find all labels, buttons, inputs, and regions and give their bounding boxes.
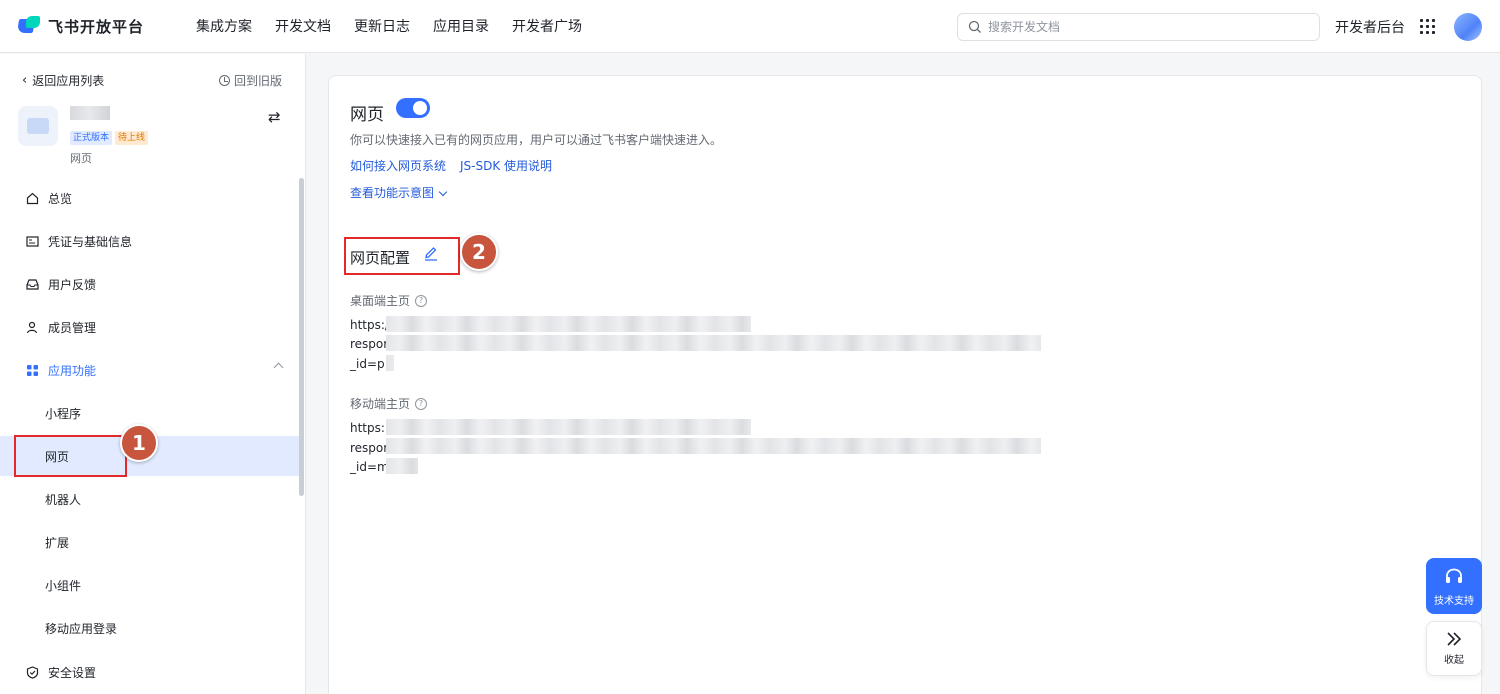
annotation-badge-2: 2: [460, 233, 498, 271]
sidebar-item-widget[interactable]: 小组件: [0, 565, 300, 605]
collapse-label: 收起: [1444, 655, 1464, 666]
main-nav: 集成方案 开发文档 更新日志 应用目录 开发者广场: [196, 16, 605, 36]
web-app-settings-card: 网页 你可以快速接入已有的网页应用，用户可以通过飞书客户端快速进入。 如何接入网…: [328, 75, 1482, 694]
sidebar-item-members[interactable]: 成员管理: [0, 307, 300, 347]
desktop-url-line-2: respor: [350, 337, 389, 351]
pending-release-badge: 待上线: [115, 131, 149, 145]
mobile-label-text: 移动端主页: [350, 397, 411, 411]
sidebar-item-mobile-login[interactable]: 移动应用登录: [0, 608, 300, 648]
annotation-box-1: [14, 435, 127, 477]
history-icon: [219, 75, 230, 86]
brand[interactable]: 飞书开放平台: [16, 16, 178, 37]
desktop-url-line-1: https:/: [350, 318, 389, 332]
desktop-url-redacted-2: [386, 335, 1041, 351]
sidebar-item-label: 机器人: [45, 492, 82, 507]
chevron-up-icon: [273, 362, 284, 373]
how-to-integrate-link[interactable]: 如何接入网页系统: [350, 157, 446, 174]
headset-icon: [1446, 568, 1462, 583]
mobile-url-redacted-1: [386, 419, 751, 435]
view-diagram-label: 查看功能示意图: [350, 186, 435, 200]
desktop-url-redacted-1: [386, 316, 751, 332]
old-version-label: 回到旧版: [234, 74, 283, 88]
old-version-link[interactable]: 回到旧版: [219, 72, 282, 89]
mobile-url-redacted-3: [386, 458, 418, 474]
search-box[interactable]: [957, 13, 1320, 41]
sidebar-item-label: 扩展: [45, 535, 70, 550]
desktop-label-text: 桌面端主页: [350, 294, 411, 308]
back-to-app-list-link[interactable]: ‹ 返回应用列表: [22, 72, 104, 89]
brand-name: 飞书开放平台: [48, 17, 145, 36]
annotation-box-2: [344, 237, 460, 275]
sidebar-group-features[interactable]: 应用功能: [0, 350, 300, 390]
shield-icon: [25, 665, 39, 679]
tech-support-label: 技术支持: [1434, 595, 1474, 607]
nav-item-docs[interactable]: 开发文档: [275, 16, 331, 36]
mobile-url-line-1: https:: [350, 421, 385, 435]
desktop-homepage-label: 桌面端主页?: [350, 292, 428, 309]
nav-item-developer-square[interactable]: 开发者广场: [512, 16, 582, 36]
search-input[interactable]: [988, 20, 1288, 34]
double-chevron-right-icon: [1447, 632, 1462, 646]
sidebar-item-label: 凭证与基础信息: [48, 234, 133, 249]
sidebar-item-security[interactable]: 安全设置: [0, 652, 300, 692]
apps-grid-icon[interactable]: [1420, 19, 1435, 34]
sidebar-item-label: 成员管理: [48, 320, 97, 335]
app-type-label: 网页: [70, 152, 92, 165]
top-nav-bar: 飞书开放平台 集成方案 开发文档 更新日志 应用目录 开发者广场 开发者后台: [0, 0, 1500, 53]
user-icon: [25, 320, 39, 334]
desktop-url-redacted-3: [386, 355, 394, 371]
nav-item-solutions[interactable]: 集成方案: [196, 16, 252, 36]
switch-app-icon[interactable]: ⇄: [268, 108, 281, 126]
sidebar-item-credentials[interactable]: 凭证与基础信息: [0, 221, 300, 261]
mobile-url-line-2: respor: [350, 441, 389, 455]
sidebar-item-feedback[interactable]: 用户反馈: [0, 264, 300, 304]
nav-item-changelog[interactable]: 更新日志: [354, 16, 410, 36]
mobile-url-line-3: _id=m: [350, 460, 389, 474]
chevron-down-icon: [438, 187, 448, 197]
sidebar: ‹ 返回应用列表 回到旧版 正式版本 待上线 网页 ⇄ 总览 凭证与基础信息 用…: [0, 54, 306, 694]
sidebar-item-overview[interactable]: 总览: [0, 178, 300, 218]
developer-console-link[interactable]: 开发者后台: [1335, 17, 1405, 37]
user-avatar[interactable]: [1454, 13, 1482, 41]
sidebar-item-bot[interactable]: 机器人: [0, 479, 300, 519]
view-diagram-link[interactable]: 查看功能示意图: [350, 184, 448, 201]
sidebar-scrollbar[interactable]: [299, 178, 304, 496]
official-version-badge: 正式版本: [70, 131, 113, 145]
desktop-url-line-3: _id=p: [350, 357, 385, 371]
sidebar-item-label: 移动应用登录: [45, 621, 118, 636]
feishu-logo-icon: [16, 16, 42, 36]
app-icon: [18, 106, 58, 146]
section-title: 网页: [350, 105, 384, 125]
sidebar-item-label: 用户反馈: [48, 277, 97, 292]
sidebar-item-label: 总览: [48, 191, 73, 206]
app-name-blurred: [70, 106, 110, 120]
collapse-button[interactable]: 收起: [1426, 621, 1482, 676]
web-app-enable-toggle[interactable]: [396, 98, 430, 118]
back-link-label: 返回应用列表: [32, 74, 105, 88]
help-icon[interactable]: ?: [415, 397, 428, 410]
annotation-badge-1: 1: [120, 424, 158, 462]
jssdk-docs-link[interactable]: JS-SDK 使用说明: [460, 157, 552, 174]
mobile-url-redacted-2: [386, 438, 1041, 454]
mobile-homepage-label: 移动端主页?: [350, 395, 428, 412]
grid-apps-icon: [25, 363, 39, 377]
id-card-icon: [25, 234, 39, 248]
sidebar-item-label: 应用功能: [48, 363, 97, 378]
tech-support-button[interactable]: 技术支持: [1426, 558, 1482, 614]
sidebar-item-label: 安全设置: [48, 665, 97, 680]
inbox-icon: [25, 277, 39, 291]
sidebar-item-label: 小组件: [45, 578, 82, 593]
chevron-left-icon: ‹: [22, 73, 28, 88]
home-icon: [25, 191, 39, 205]
nav-item-app-directory[interactable]: 应用目录: [433, 16, 489, 36]
sidebar-item-label: 小程序: [45, 406, 82, 421]
help-icon[interactable]: ?: [415, 294, 428, 307]
section-description: 你可以快速接入已有的网页应用，用户可以通过飞书客户端快速进入。: [350, 133, 723, 147]
sidebar-item-extension[interactable]: 扩展: [0, 522, 300, 562]
search-icon: [968, 20, 981, 33]
